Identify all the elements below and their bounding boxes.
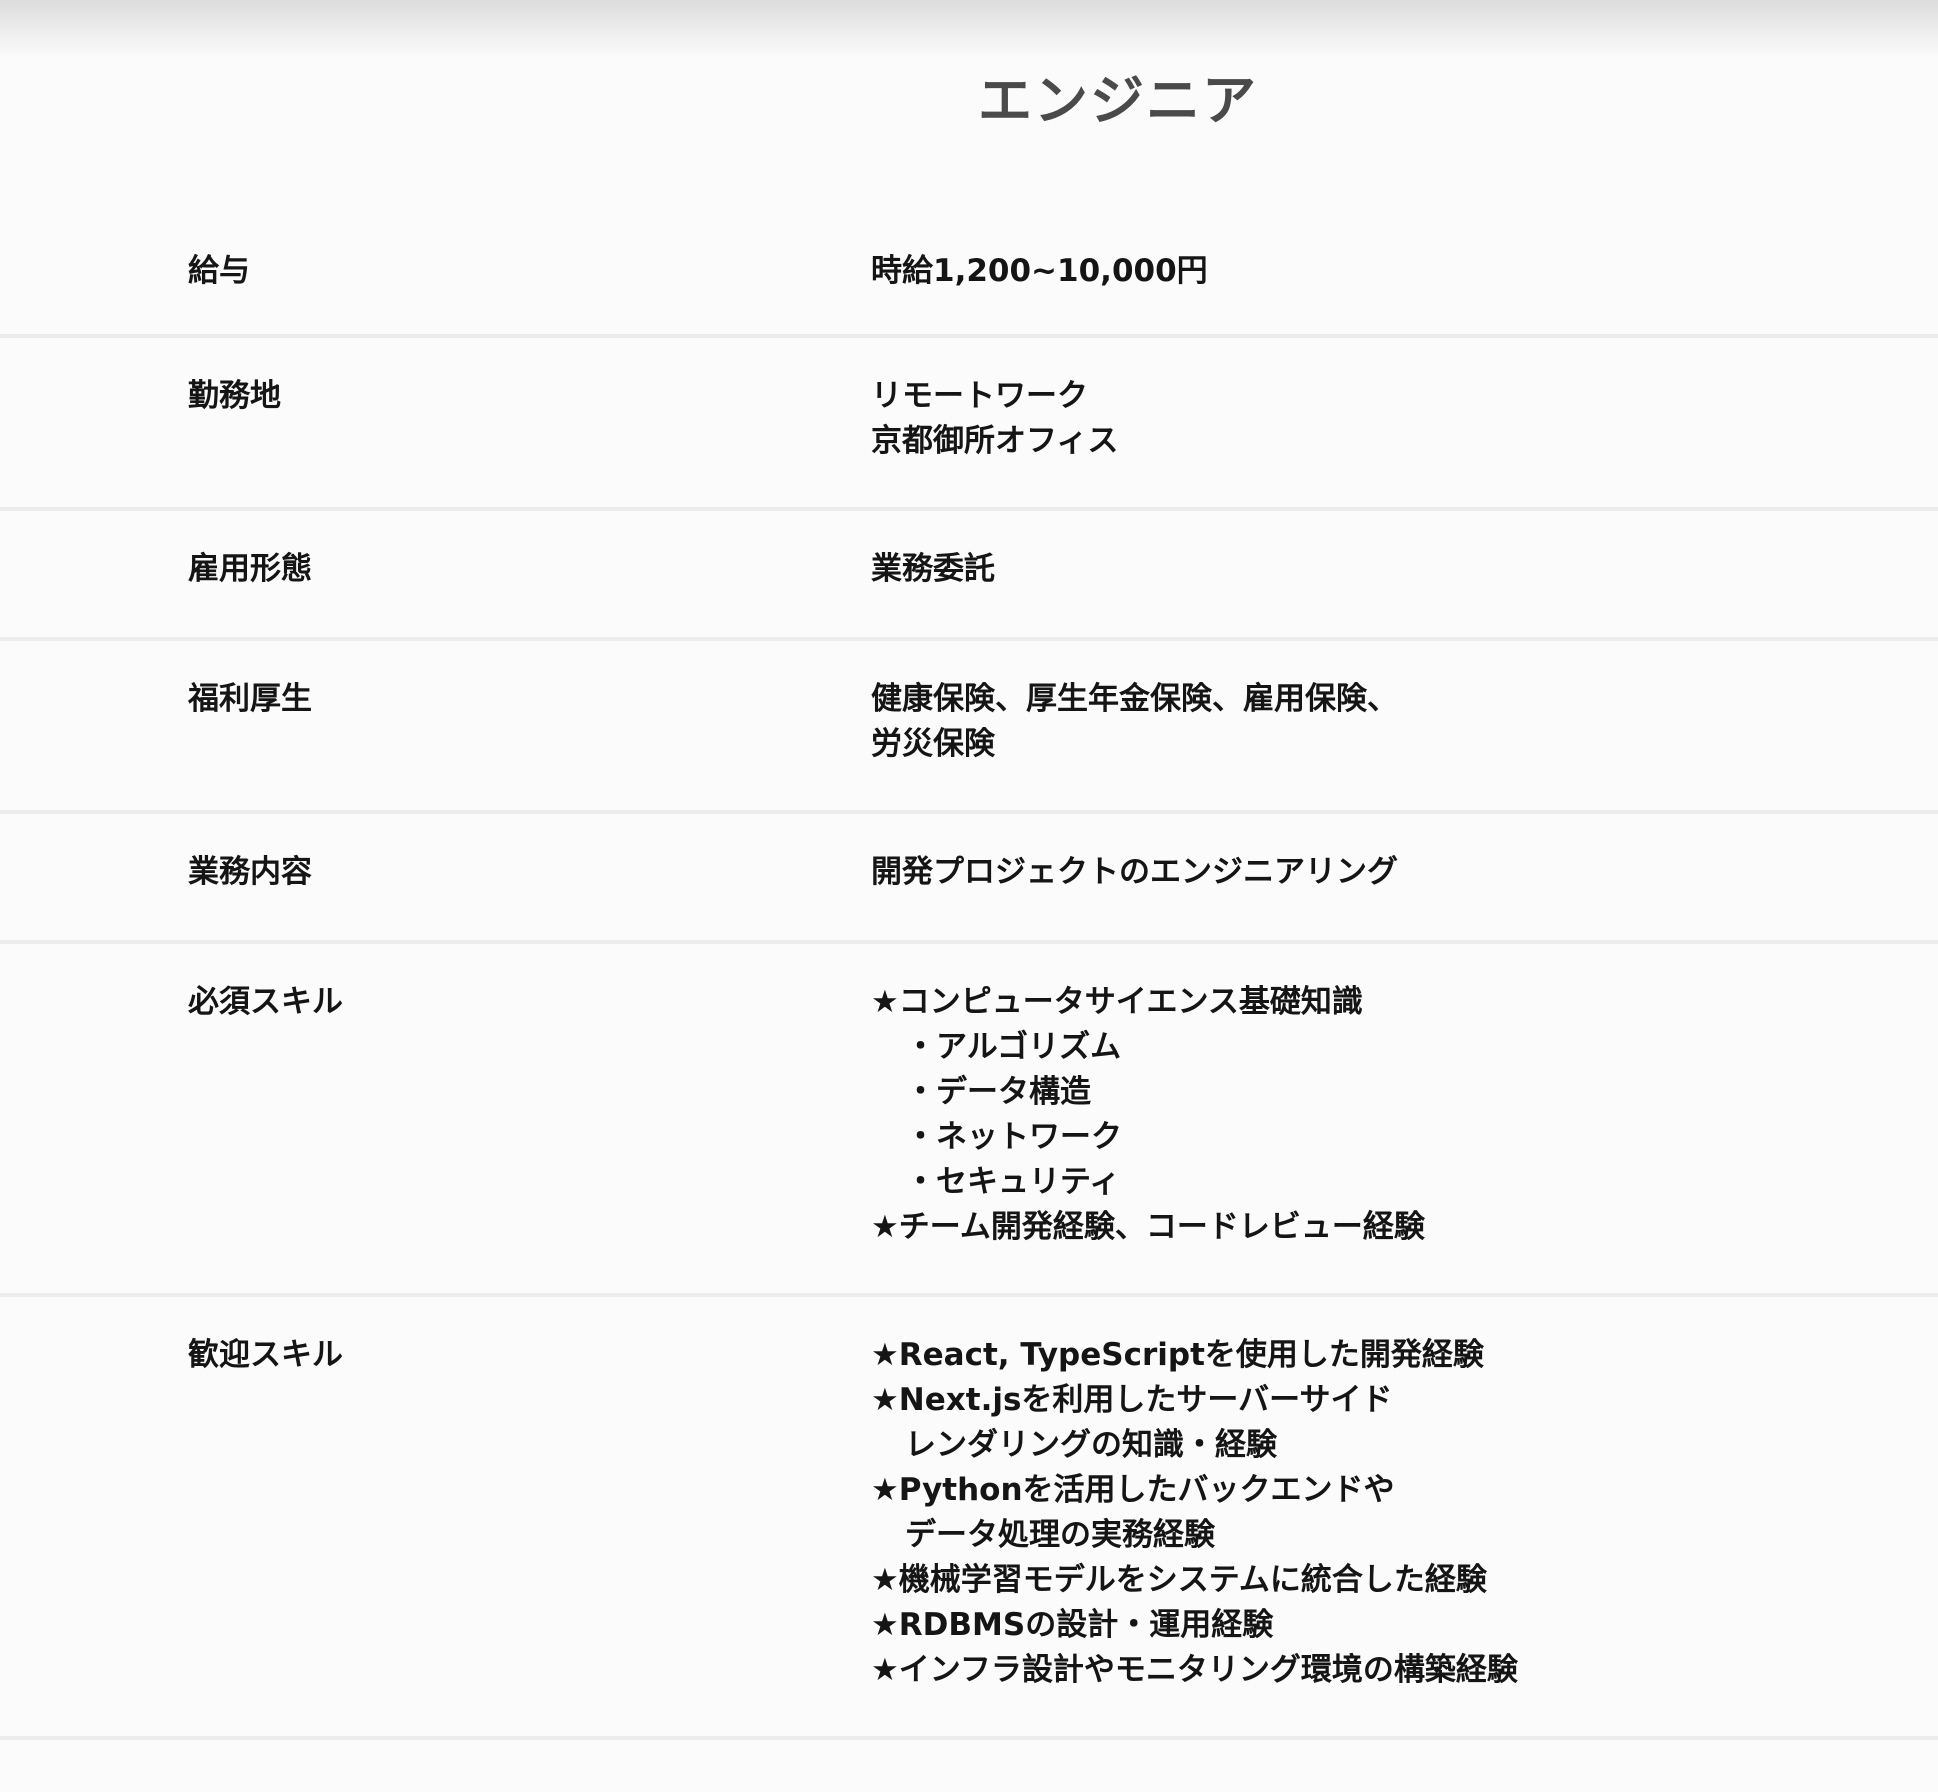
row-value: ★コンピュータサイエンス基礎知識 ・アルゴリズム ・データ構造 ・ネットワーク … (871, 980, 1425, 1250)
value-line: 開発プロジェクトのエンジニアリング (871, 854, 1398, 890)
detail-row-job-description: 業務内容 開発プロジェクトのエンジニアリング (0, 814, 1938, 944)
value-line: 業務委託 (871, 551, 995, 587)
row-label: 福利厚生 (188, 681, 312, 717)
value-line: ★React, TypeScriptを使用した開発経験 (871, 1337, 1484, 1373)
value-line: 健康保険、厚生年金保険、雇用保険、 (871, 681, 1398, 717)
detail-row-salary: 給与 時給1,200~10,000円 (0, 213, 1938, 338)
row-label: 業務内容 (188, 854, 312, 890)
value-line: ★RDBMSの設計・運用経験 (871, 1607, 1274, 1643)
value-line: 時給1,200~10,000円 (871, 253, 1208, 289)
value-line: ・ネットワーク (905, 1119, 1122, 1155)
value-line: 京都御所オフィス (871, 423, 1119, 459)
value-line: データ処理の実務経験 (905, 1517, 1215, 1553)
detail-row-employment-type: 雇用形態 業務委託 (0, 511, 1938, 641)
job-details-table: 給与 時給1,200~10,000円 勤務地 リモートワーク 京都御所オフィス … (0, 213, 1938, 1740)
row-value: リモートワーク 京都御所オフィス (871, 374, 1118, 464)
value-line: ★Next.jsを利用したサーバーサイド (871, 1382, 1393, 1418)
top-shade (0, 0, 1938, 58)
detail-row-location: 勤務地 リモートワーク 京都御所オフィス (0, 338, 1938, 511)
row-value: 開発プロジェクトのエンジニアリング (871, 850, 1398, 895)
value-line: 労災保険 (871, 726, 995, 762)
row-value: 健康保険、厚生年金保険、雇用保険、 労災保険 (871, 677, 1398, 767)
value-line: ・セキュリティ (905, 1164, 1121, 1200)
row-label: 雇用形態 (188, 551, 312, 587)
row-label: 勤務地 (188, 378, 281, 414)
value-line: リモートワーク (871, 378, 1088, 414)
value-line: レンダリングの知識・経験 (905, 1427, 1277, 1463)
value-line: ★インフラ設計やモニタリング環境の構築経験 (871, 1652, 1518, 1688)
value-line: ★チーム開発経験、コードレビュー経験 (871, 1209, 1425, 1245)
row-value: ★React, TypeScriptを使用した開発経験 ★Next.jsを利用し… (871, 1333, 1518, 1693)
row-label: 給与 (188, 253, 250, 289)
detail-row-required-skills: 必須スキル ★コンピュータサイエンス基礎知識 ・アルゴリズム ・データ構造 ・ネ… (0, 944, 1938, 1297)
row-label: 歓迎スキル (188, 1337, 343, 1373)
value-line: ★コンピュータサイエンス基礎知識 (871, 984, 1363, 1020)
row-label: 必須スキル (188, 984, 343, 1020)
row-value: 業務委託 (871, 547, 995, 592)
page-title: エンジニア (978, 69, 1258, 132)
value-line: ★機械学習モデルをシステムに統合した経験 (871, 1562, 1487, 1598)
detail-row-preferred-skills: 歓迎スキル ★React, TypeScriptを使用した開発経験 ★Next.… (0, 1297, 1938, 1740)
value-line: ・アルゴリズム (905, 1029, 1122, 1065)
value-line: ・データ構造 (905, 1074, 1091, 1110)
value-line: ★Pythonを活用したバックエンドや (871, 1472, 1395, 1508)
row-value: 時給1,200~10,000円 (871, 249, 1208, 294)
detail-row-benefits: 福利厚生 健康保険、厚生年金保険、雇用保険、 労災保険 (0, 641, 1938, 814)
